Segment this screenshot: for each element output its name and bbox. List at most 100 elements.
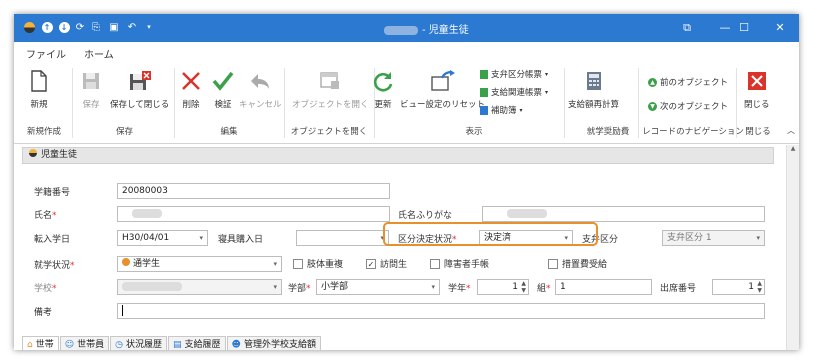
name-field[interactable]	[117, 206, 390, 222]
dorm-date-label: 寝具購入日	[218, 235, 264, 245]
pay-category-ledger-label: 支弁区分帳票	[491, 70, 543, 80]
grade-spinner[interactable]: 1 ▲ ▼	[477, 279, 529, 295]
attend-no-spinner[interactable]: 1 ▲ ▼	[712, 279, 765, 295]
study-status-label-text: 就学状況	[34, 261, 71, 271]
next-object-button[interactable]: ▼ 次のオブジェクト	[648, 100, 728, 112]
spinner-arrows-icon[interactable]: ▲ ▼	[521, 280, 526, 294]
validate-button[interactable]: 検証	[212, 68, 234, 110]
home-icon: ⌂	[27, 339, 33, 350]
ledger-icon	[480, 69, 488, 79]
transfer-date-field[interactable]: H30/04/01 ▾	[117, 230, 208, 246]
refresh-icon[interactable]: ⟳	[73, 20, 87, 34]
chevron-down-icon[interactable]: ▾	[199, 231, 203, 245]
open-object-button[interactable]: オブジェクトを開く	[292, 68, 369, 110]
attend-no-value: 1	[748, 282, 754, 292]
pay-recalc-label: 支給額再計算	[568, 100, 620, 110]
upload-icon[interactable]: ↑	[40, 20, 54, 34]
prev-object-label: 前のオブジェクト	[660, 78, 729, 88]
close-button[interactable]: ✕	[761, 14, 799, 42]
ribbon-divider	[174, 68, 175, 138]
pay-category-select[interactable]: 支弁区分 1 ▾	[662, 230, 765, 246]
reset-view-icon	[430, 68, 456, 94]
panel-title: 児童生徒	[41, 150, 78, 160]
open-object-icon	[320, 68, 340, 94]
tab-status-history[interactable]: ◷ 状況履歴	[110, 336, 168, 350]
reset-view-button[interactable]: ビュー設定のリセット	[400, 68, 485, 110]
kana-field[interactable]	[482, 206, 765, 222]
window-title-text: - 児童生徒	[422, 25, 469, 36]
title-bar: ↑ ↓ ⟳ ⎘ ▣ ↶ ▾ - 児童生徒 ⧉ — ☐ ✕	[14, 14, 799, 42]
collapse-ribbon-icon[interactable]: ︿	[787, 125, 795, 136]
attend-no-label: 出席番号	[660, 284, 697, 294]
aid-book-dropdown[interactable]: 補助簿 ▾	[480, 104, 523, 116]
chevron-down-icon: ▾	[273, 283, 277, 291]
chevron-down-icon[interactable]: ▾	[431, 280, 435, 294]
tab-household-label: 世帯	[35, 339, 54, 350]
kana-label: 氏名ふりがな	[398, 211, 453, 221]
ledger-icon	[480, 87, 488, 97]
group-new: 新規作成	[26, 127, 61, 137]
chevron-down-icon[interactable]: ▾	[273, 257, 277, 271]
save-icon[interactable]: ⎘	[89, 20, 103, 34]
visit-student-checkbox[interactable]: ✓ 訪問生	[366, 257, 407, 270]
save-button[interactable]: 保存	[82, 68, 100, 110]
blurred-name	[384, 25, 418, 35]
tab-external-school[interactable]: ☻ 管理外学校支給額	[226, 336, 321, 350]
app-logo-icon	[22, 20, 36, 34]
vertical-scrollbar[interactable]: ▲	[786, 145, 799, 350]
pay-recalc-button[interactable]: 支給額再計算	[568, 68, 619, 110]
blurred-name	[132, 209, 162, 218]
ribbon-divider	[72, 68, 73, 138]
close-label: 閉じる	[744, 100, 770, 110]
prev-object-button[interactable]: ▲ 前のオブジェクト	[648, 76, 728, 88]
save-close-icon[interactable]: ▣	[107, 20, 121, 34]
refresh-button[interactable]: 更新	[372, 68, 394, 110]
new-button[interactable]: 新規	[30, 68, 48, 110]
group-edit: 編集	[220, 127, 238, 137]
school-select[interactable]: ▾	[117, 279, 282, 295]
status-icon	[122, 258, 130, 266]
download-icon[interactable]: ↓	[57, 20, 71, 34]
save-close-icon	[129, 68, 151, 94]
text-cursor	[122, 305, 123, 316]
ledger-icon	[480, 105, 488, 115]
menu-file[interactable]: ファイル	[26, 46, 66, 61]
customize-dropdown-icon[interactable]: ▾	[142, 20, 156, 34]
undo-icon[interactable]: ↶	[125, 20, 139, 34]
transfer-date-value: H30/04/01	[122, 233, 170, 243]
checkbox-box	[430, 258, 440, 269]
delete-button[interactable]: 削除	[181, 68, 201, 110]
disability-card-label: 障害者手帳	[444, 260, 490, 270]
tab-household-member-label: 世帯員	[77, 339, 105, 350]
pay-related-ledger-dropdown[interactable]: 支給関連帳票 ▾	[480, 86, 548, 98]
note-field[interactable]	[117, 303, 765, 319]
tab-household[interactable]: ⌂ 世帯	[22, 336, 59, 350]
scroll-up-icon[interactable]: ▲	[787, 145, 799, 152]
cancel-button[interactable]: キャンセル	[239, 68, 282, 110]
study-status-value: 通学生	[133, 259, 161, 269]
group-display: 表示	[465, 127, 483, 137]
disability-card-checkbox[interactable]: 障害者手帳	[430, 257, 489, 270]
tab-household-member[interactable]: ☺ 世帯員	[59, 336, 110, 350]
pay-category-ledger-dropdown[interactable]: 支弁区分帳票 ▾	[480, 68, 548, 80]
cancel-label: キャンセル	[239, 100, 282, 110]
close-ribbon-button[interactable]: 閉じる	[744, 68, 770, 110]
save-close-button[interactable]: 保存して閉じる	[110, 68, 169, 110]
multi-disability-checkbox[interactable]: 肢体重複	[293, 257, 343, 270]
spinner-arrows-icon[interactable]: ▲ ▼	[757, 280, 762, 294]
ribbon: 新規 新規作成 保存 保存して閉じる 保存 削除 検証 キャンセル 編集 オブジ…	[14, 62, 799, 144]
school-label-text: 学校	[34, 284, 53, 294]
student-no-field[interactable]: 20080003	[117, 183, 390, 199]
restore-icon[interactable]: ⧉	[668, 14, 706, 42]
class-field[interactable]: 1	[555, 279, 652, 295]
maximize-button[interactable]: ☐	[724, 14, 764, 42]
new-label: 新規	[30, 100, 48, 110]
pay-related-ledger-label: 支給関連帳票	[491, 88, 543, 98]
undo-arrow-icon	[249, 68, 271, 94]
dept-select[interactable]: 小学部 ▾	[316, 279, 440, 295]
panel-header: 児童生徒	[22, 147, 774, 164]
study-status-select[interactable]: 通学生 ▾	[117, 256, 282, 272]
dorm-date-field[interactable]: ▾	[296, 230, 389, 246]
measure-cost-checkbox[interactable]: 措置費受給	[548, 257, 607, 270]
tab-payment-history[interactable]: ▤ 支給履歴	[168, 336, 226, 350]
